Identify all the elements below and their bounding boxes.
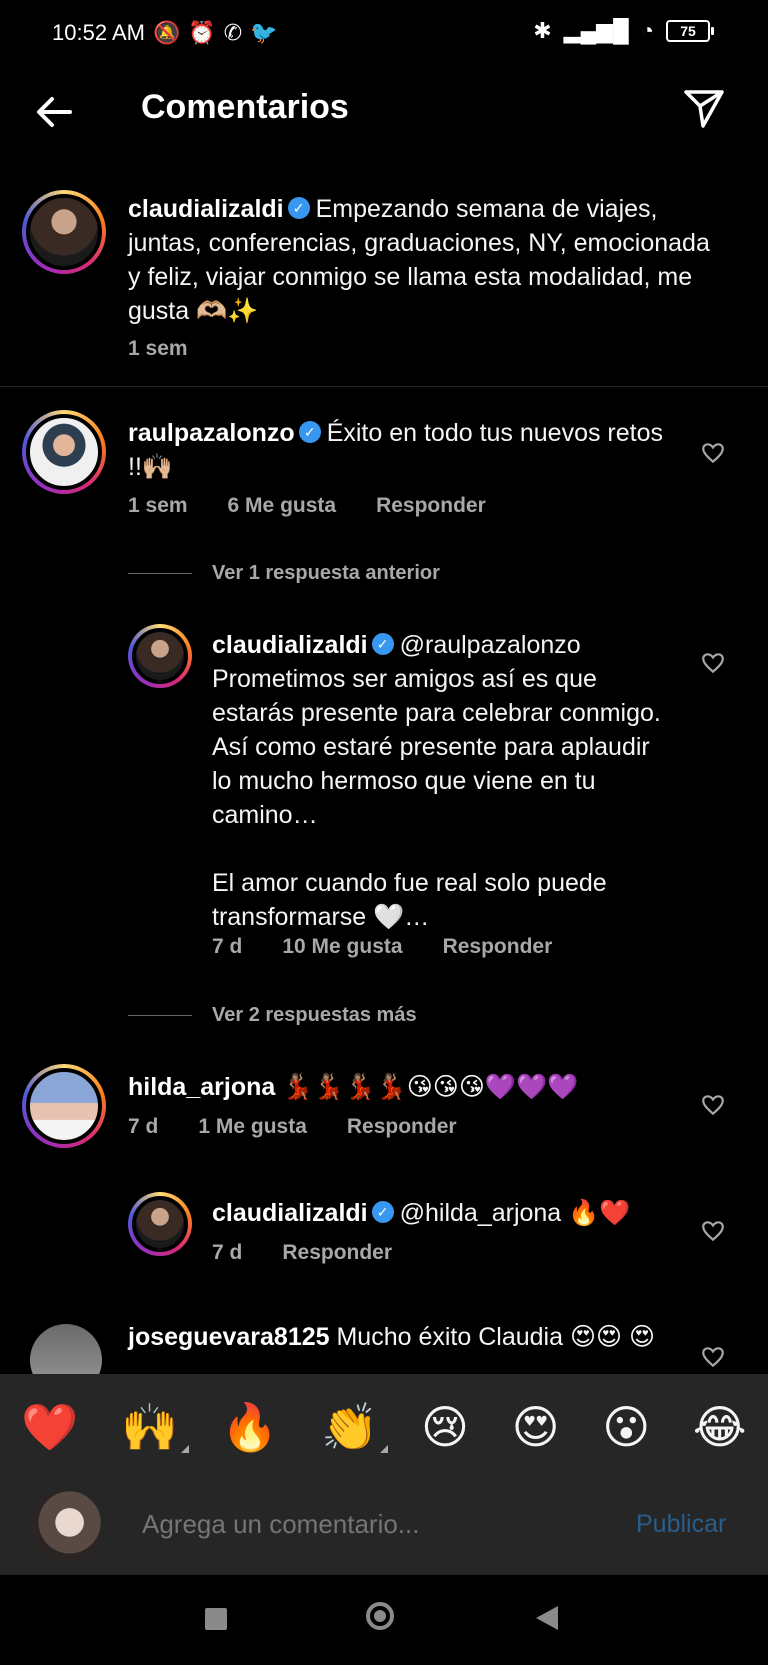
heart-icon[interactable]	[700, 1344, 726, 1370]
emoji-button[interactable]: 😢	[421, 1400, 469, 1454]
view-previous-label[interactable]: Ver 1 respuesta anterior	[212, 562, 440, 585]
comment-username[interactable]: joseguevara8125	[128, 1323, 330, 1351]
caption-meta: 1 sem	[128, 337, 188, 361]
comment-body-cont: 😍	[629, 1323, 656, 1351]
emoji-button[interactable]: 😍	[512, 1400, 560, 1454]
comment-text: joseguevara8125 Mucho éxito Claudia 😍😍 😍	[128, 1320, 688, 1354]
verified-badge-icon: ✓	[287, 197, 310, 220]
verified-badge-icon: ✓	[298, 421, 321, 444]
comment-time: 7 d	[128, 1115, 159, 1138]
divider	[128, 573, 192, 574]
skin-tone-indicator-icon	[180, 1444, 189, 1453]
view-previous-replies[interactable]: Ver 1 respuesta anterior	[128, 562, 440, 585]
wifi-icon: ◔	[640, 18, 654, 43]
reply-text: claudializaldi ✓ @hilda_arjona 🔥❤️	[212, 1196, 692, 1230]
verified-badge-icon: ✓	[371, 633, 394, 656]
page-title: Comentarios	[141, 88, 349, 126]
reply-button[interactable]: Responder	[443, 935, 553, 959]
view-more-label[interactable]: Ver 2 respuestas más	[212, 1004, 417, 1027]
emoji-glyph: 👏	[321, 1400, 379, 1453]
comment-text: raulpazalonzo ✓ Éxito en todo tus nuevos r…	[128, 416, 668, 484]
heart-icon[interactable]	[700, 440, 726, 466]
like-count[interactable]: 6 Me gusta	[228, 494, 337, 518]
status-bar-right: ✱ ▂▄▆█ ◔ 75	[533, 18, 714, 44]
reply-button[interactable]: Responder	[376, 494, 486, 518]
avatar[interactable]	[128, 624, 192, 688]
emoji-glyph: 🙌	[121, 1400, 179, 1453]
heart-icon[interactable]	[700, 650, 726, 676]
emoji-button[interactable]: 😮	[602, 1400, 650, 1454]
reply-time: 7 d	[212, 935, 243, 958]
publish-button[interactable]: Publicar	[636, 1510, 726, 1539]
emoji-button[interactable]: 🔥	[221, 1400, 278, 1455]
send-icon[interactable]	[680, 84, 728, 132]
twitter-icon: 🐦	[250, 20, 278, 45]
emoji-quick-bar: ❤️ 🙌 🔥 👏 😢 😍 😮 😂	[0, 1374, 768, 1480]
caption-text: claudializaldi ✓ Empezando semana de viaje…	[128, 192, 718, 328]
avatar[interactable]	[22, 410, 106, 494]
reply-time: 7 d	[212, 1241, 243, 1264]
reply-body: 🔥❤️	[568, 1199, 631, 1227]
verified-badge-icon: ✓	[371, 1201, 394, 1224]
comment-username[interactable]: raulpazalonzo	[128, 419, 295, 447]
avatar[interactable]	[22, 190, 106, 274]
caption-time: 1 sem	[128, 337, 188, 360]
bluetooth-icon: ✱	[533, 18, 552, 43]
reply-meta: 7 d 10 Me gusta Responder	[212, 935, 552, 959]
reply-text: claudializaldi ✓ @raulpazalonzo Prometimos…	[212, 628, 672, 934]
comment-time: 1 sem	[128, 494, 188, 517]
emoji-button[interactable]: 🙌	[121, 1400, 189, 1455]
emoji-button[interactable]: 👏	[321, 1400, 389, 1455]
caption-username[interactable]: claudializaldi	[128, 195, 284, 223]
mute-icon: 🔕	[152, 20, 181, 45]
mention-link[interactable]: @raulpazalonzo	[400, 631, 581, 659]
battery-icon: 75	[666, 20, 714, 42]
comment-body: Mucho éxito Claudia 😍😍	[336, 1323, 623, 1351]
comment-body: 💃🏽💃🏽💃🏽💃🏽😘😘😘💜💜💜	[282, 1073, 579, 1101]
status-time: 10:52 AM	[52, 20, 145, 45]
like-count[interactable]: 10 Me gusta	[282, 935, 402, 959]
emoji-button[interactable]: ❤️	[21, 1400, 78, 1455]
status-bar-left: 10:52 AM 🔕 ⏰ ✆ 🐦	[52, 20, 278, 46]
reply-meta: 7 d Responder	[212, 1241, 392, 1265]
back-arrow-icon[interactable]	[30, 88, 78, 136]
comment-meta: 1 sem 6 Me gusta Responder	[128, 494, 486, 518]
comment-input[interactable]	[140, 1508, 584, 1541]
avatar[interactable]	[22, 1064, 106, 1148]
avatar[interactable]	[128, 1192, 192, 1256]
whatsapp-icon: ✆	[223, 20, 243, 45]
reply-username[interactable]: claudializaldi	[212, 1199, 368, 1227]
view-more-replies[interactable]: Ver 2 respuestas más	[128, 1004, 417, 1027]
skin-tone-indicator-icon	[380, 1444, 389, 1453]
reply-username[interactable]: claudializaldi	[212, 631, 368, 659]
divider	[0, 386, 768, 387]
home-icon-dot	[374, 1610, 386, 1622]
alarm-icon: ⏰	[188, 20, 216, 45]
signal-icon: ▂▄▆█	[563, 18, 629, 43]
recents-icon[interactable]	[205, 1608, 227, 1630]
emoji-button[interactable]: 😂	[693, 1400, 747, 1454]
avatar	[30, 1490, 102, 1562]
heart-icon[interactable]	[700, 1218, 726, 1244]
comment-username[interactable]: hilda_arjona	[128, 1073, 275, 1101]
divider	[128, 1015, 192, 1016]
reply-button[interactable]: Responder	[347, 1115, 457, 1139]
like-count[interactable]: 1 Me gusta	[198, 1115, 307, 1139]
comment-meta: 7 d 1 Me gusta Responder	[128, 1115, 457, 1139]
reply-body-2: El amor cuando fue real solo puede trans…	[212, 869, 607, 931]
heart-icon[interactable]	[700, 1092, 726, 1118]
comment-text: hilda_arjona 💃🏽💃🏽💃🏽💃🏽😘😘😘💜💜💜	[128, 1070, 688, 1104]
reply-button[interactable]: Responder	[282, 1241, 392, 1265]
reply-body: Prometimos ser amigos así es que estarás…	[212, 665, 661, 829]
mention-link[interactable]: @hilda_arjona	[400, 1199, 562, 1227]
back-nav-icon[interactable]	[536, 1606, 558, 1630]
